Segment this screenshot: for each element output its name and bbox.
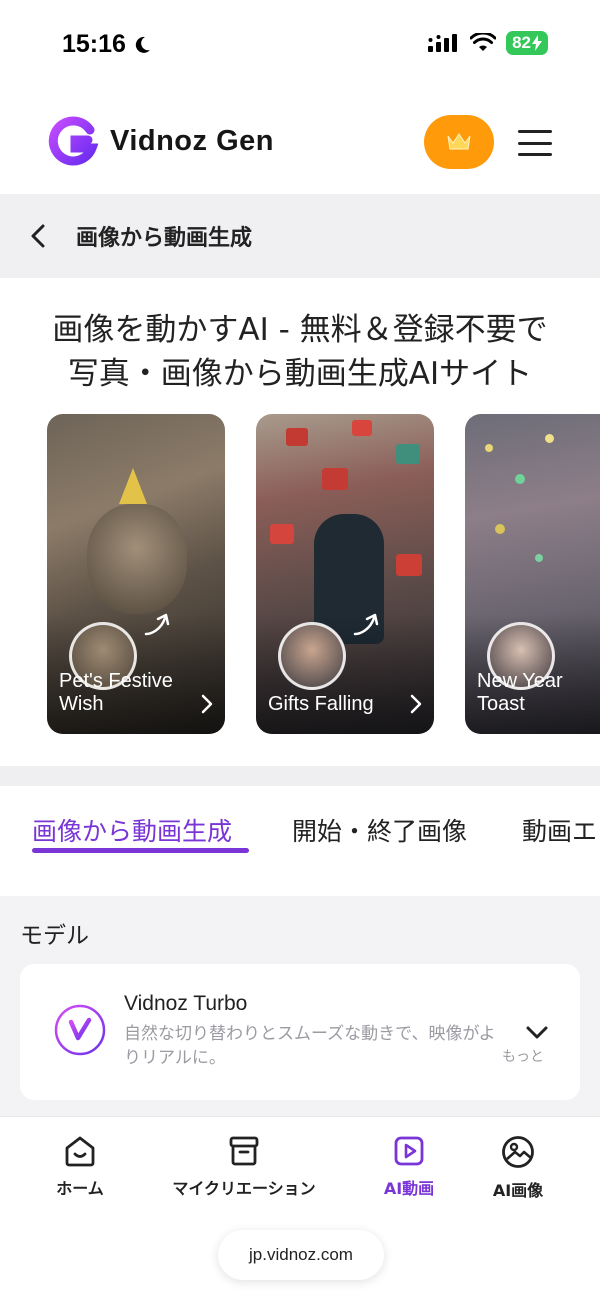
card-label-line-1: Gifts Falling — [268, 693, 374, 715]
card-label-line-1: Pet's Festive — [59, 670, 173, 692]
battery-indicator: 82 — [506, 31, 548, 55]
brand-logo[interactable]: Vidnoz Gen — [48, 116, 274, 166]
status-bar: 15:16 82 — [0, 0, 600, 90]
nav-label: AI動画 — [383, 1179, 435, 1198]
archive-box-icon — [229, 1136, 259, 1166]
site-header: Vidnoz Gen — [0, 90, 600, 194]
wifi-icon — [470, 33, 497, 51]
tab-image-to-video[interactable]: 画像から動画生成 — [32, 812, 232, 848]
tab-start-end-image[interactable]: 開始・終了画像 — [292, 812, 467, 848]
bokeh-light — [535, 554, 543, 562]
template-card-new-year-toast[interactable]: New Year Toast — [465, 414, 600, 734]
vidnoz-logo-icon — [48, 116, 98, 166]
menu-line — [518, 141, 552, 145]
mode-tabs: 画像から動画生成 開始・終了画像 動画エ — [0, 786, 600, 896]
battery-level: 82 — [512, 33, 531, 52]
card-label: Pet's Festive Wish — [59, 670, 189, 716]
hero-heading-line-1: 画像を動かすAI - 無料＆登録不要で — [52, 312, 548, 348]
active-tab-indicator — [32, 848, 249, 853]
menu-line — [518, 130, 552, 133]
bottom-navigation: ホーム マイクリエーション AI動画 AI画像 — [0, 1116, 600, 1216]
menu-line — [518, 153, 552, 156]
gift-box-shape — [286, 428, 308, 446]
charging-bolt-icon — [532, 35, 542, 51]
status-time-text: 15:16 — [62, 30, 126, 58]
status-indicators: 82 — [428, 31, 548, 55]
nav-ai-video[interactable]: AI動画 — [380, 1135, 438, 1199]
card-label-line-2: Toast — [477, 693, 525, 715]
image-icon — [502, 1136, 534, 1168]
hero-heading: 画像を動かすAI - 無料＆登録不要で 写真・画像から動画生成AIサイト — [0, 308, 600, 396]
chevron-right-icon — [410, 694, 422, 714]
video-play-icon — [394, 1136, 424, 1166]
bokeh-light — [495, 524, 505, 534]
model-heading: モデル — [20, 923, 89, 949]
hamburger-menu-button[interactable] — [518, 130, 552, 156]
card-label-line-1: New Year — [477, 670, 563, 692]
curved-arrow-icon — [144, 613, 170, 636]
nav-ai-image[interactable]: AI画像 — [488, 1135, 548, 1201]
model-section: モデル Vidnoz Turbo 自然な切り替わりとスムーズな動きで、映像がより… — [0, 896, 600, 1116]
brand-name: Vidnoz Gen — [110, 124, 274, 157]
back-arrow-icon[interactable] — [30, 224, 52, 248]
crown-icon — [447, 133, 471, 150]
template-card-gifts-falling[interactable]: Gifts Falling — [256, 414, 434, 734]
curved-arrow-icon — [353, 613, 379, 636]
template-card-pets-festive-wish[interactable]: Pet's Festive Wish — [47, 414, 225, 734]
gift-box-shape — [352, 420, 372, 436]
cat-shape — [87, 504, 187, 614]
signal-icon — [428, 34, 458, 52]
bokeh-light — [485, 444, 493, 452]
moon-icon — [135, 36, 150, 53]
model-description: 自然な切り替わりとスムーズな動きで、映像がよりリアルに。 — [124, 1024, 496, 1068]
model-name: Vidnoz Turbo — [124, 992, 248, 1015]
tab-video-edit[interactable]: 動画エ — [522, 812, 597, 848]
chevron-down-icon[interactable] — [526, 1026, 548, 1040]
bokeh-light — [515, 474, 525, 484]
model-selector[interactable]: Vidnoz Turbo 自然な切り替わりとスムーズな動きで、映像がよりリアルに… — [20, 964, 580, 1100]
section-divider — [0, 766, 600, 786]
nav-home[interactable]: ホーム — [52, 1135, 108, 1199]
card-label: Gifts Falling — [268, 693, 398, 716]
more-link[interactable]: もっと — [502, 1046, 544, 1066]
bokeh-light — [545, 434, 554, 443]
breadcrumb-bar: 画像から動画生成 — [0, 194, 600, 278]
home-icon — [65, 1136, 95, 1167]
gift-box-shape — [270, 524, 294, 544]
browser-url-bar[interactable]: jp.vidnoz.com — [218, 1230, 384, 1280]
nav-label: マイクリエーション — [172, 1179, 316, 1198]
status-time: 15:16 — [62, 30, 152, 59]
premium-button[interactable] — [424, 115, 494, 169]
gift-box-shape — [322, 468, 348, 490]
card-label-line-2: Wish — [59, 693, 104, 715]
gift-box-shape — [396, 554, 422, 576]
template-carousel[interactable]: Pet's Festive Wish Gifts Falling New Yea… — [47, 414, 600, 736]
page-title: 画像から動画生成 — [76, 226, 253, 251]
gift-box-shape — [396, 444, 420, 464]
vidnoz-turbo-icon — [54, 1004, 106, 1056]
party-hat-shape — [119, 468, 147, 504]
card-label: New Year Toast — [477, 670, 600, 716]
source-photo-avatar — [278, 622, 346, 690]
nav-label: AI画像 — [492, 1181, 544, 1200]
nav-my-creations[interactable]: マイクリエーション — [162, 1135, 326, 1199]
hero-heading-line-2: 写真・画像から動画生成AIサイト — [67, 356, 533, 392]
chevron-right-icon — [201, 694, 213, 714]
nav-label: ホーム — [56, 1179, 104, 1198]
